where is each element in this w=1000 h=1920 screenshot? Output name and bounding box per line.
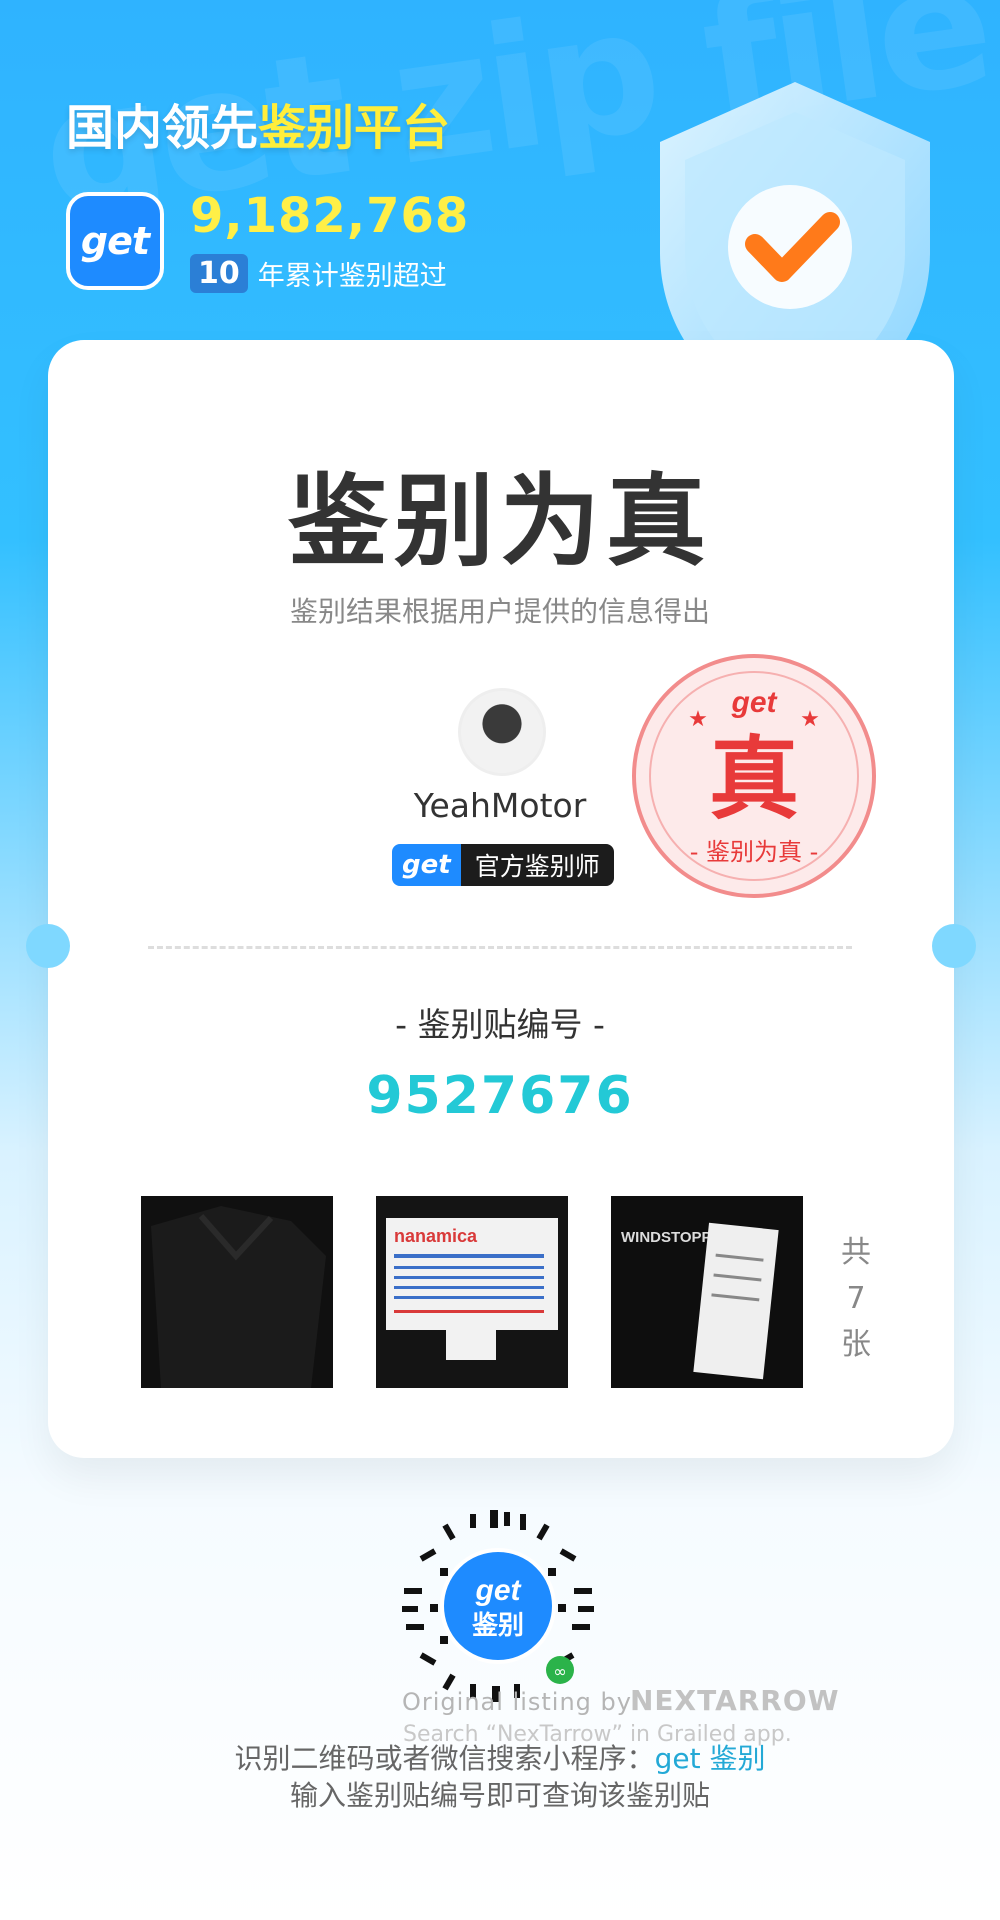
result-title: 鉴别为真 xyxy=(288,463,712,580)
photo-thumbnail-2[interactable]: nanamica xyxy=(376,1196,568,1388)
headline-part2: 鉴别平台 xyxy=(258,100,451,156)
card-divider xyxy=(148,946,852,949)
page-headline: 国内领先鉴别平台 xyxy=(66,88,450,158)
result-subtitle: 鉴别结果根据用户提供的信息得出 xyxy=(289,595,710,628)
serial-label: - 鉴别贴编号 - xyxy=(395,1005,605,1044)
photo-caption-2: nanamica xyxy=(394,1226,478,1246)
card-notch-right xyxy=(932,924,976,968)
instruction-text: 识别二维码或者微信搜索小程序： xyxy=(234,1742,655,1775)
official-appraiser-badge: get 官方鉴别师 xyxy=(392,844,614,886)
stamp-star-left: ★ xyxy=(688,707,708,732)
avatar[interactable] xyxy=(458,688,546,776)
years-badge: 10 xyxy=(190,254,248,293)
serial-number: 9527676 xyxy=(366,1066,634,1126)
years-text: 年累计鉴别超过 xyxy=(257,261,447,292)
logo-text: get xyxy=(80,219,150,263)
photo-tag-graphic: WINDSTOPPER xyxy=(611,1196,803,1388)
qr-label-2: 鉴别 xyxy=(471,1611,524,1641)
photo-total-1: 共 xyxy=(841,1235,871,1270)
total-count: 9,182,768 xyxy=(190,188,470,244)
badge-label: 官方鉴别师 xyxy=(460,844,614,886)
watermark-brand: NEXTARROW xyxy=(630,1684,840,1717)
footer-instruction-2: 输入鉴别贴编号即可查询该鉴别贴 xyxy=(289,1779,710,1812)
photo-thumbnail-1[interactable] xyxy=(141,1196,333,1388)
mini-program-qr-code[interactable]: get 鉴别 ∞ xyxy=(400,1508,596,1704)
app-logo: get xyxy=(66,192,164,290)
footer-instruction-1: 识别二维码或者微信搜索小程序：get 鉴别 xyxy=(0,1737,1000,1777)
photo-total-2: 7 xyxy=(846,1281,866,1316)
photo-jacket-graphic xyxy=(141,1196,333,1388)
wechat-mini-program-icon: ∞ xyxy=(553,1662,566,1681)
stamp-ring-text: - 鉴别为真 - xyxy=(690,838,819,866)
stamp-star-right: ★ xyxy=(800,707,820,732)
years-row: 10 年累计鉴别超过 xyxy=(190,254,447,293)
watermark-line1: Original listing by xyxy=(402,1688,632,1716)
authentic-stamp: get ★ ★ 真 - 鉴别为真 - xyxy=(632,654,876,898)
headline-part1: 国内领先 xyxy=(66,100,259,156)
stamp-brand: get xyxy=(731,686,779,719)
qr-label-1: get xyxy=(475,1574,523,1607)
photo-label-graphic: nanamica xyxy=(376,1196,568,1388)
photo-thumbnail-3[interactable]: WINDSTOPPER xyxy=(611,1196,803,1388)
photo-total[interactable]: 共 7 张 xyxy=(836,1230,876,1368)
badge-brand: get xyxy=(392,844,461,886)
stamp-main-char: 真 xyxy=(709,727,799,832)
instruction-accent[interactable]: get 鉴别 xyxy=(655,1742,766,1775)
photo-total-3: 张 xyxy=(841,1327,871,1362)
card-notch-left xyxy=(26,924,70,968)
